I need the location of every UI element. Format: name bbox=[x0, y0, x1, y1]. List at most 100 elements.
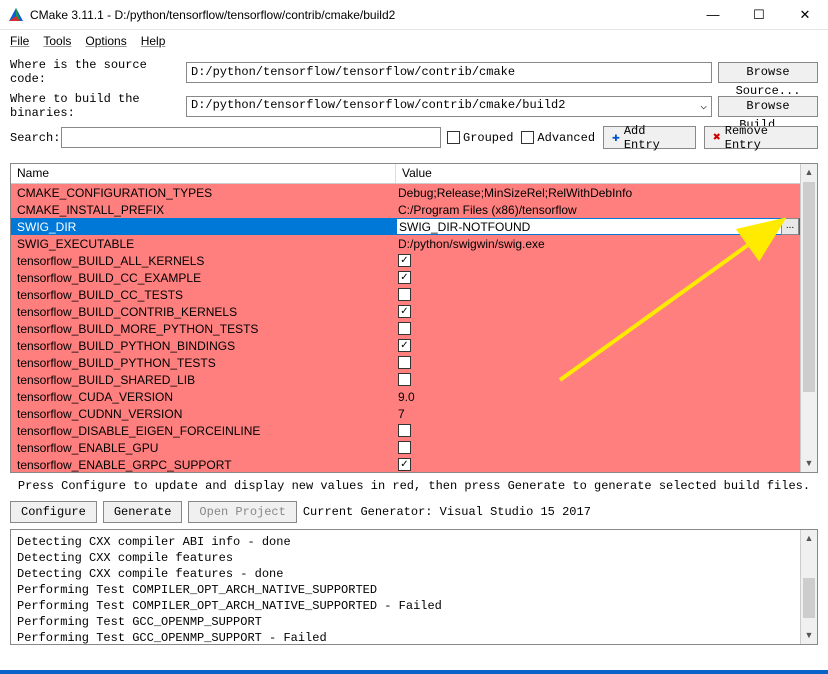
cell-value[interactable]: ✓ bbox=[396, 305, 800, 318]
maximize-button[interactable]: ☐ bbox=[736, 0, 782, 30]
source-input[interactable] bbox=[186, 62, 712, 83]
table-row[interactable]: SWIG_EXECUTABLED:/python/swigwin/swig.ex… bbox=[11, 235, 800, 252]
output-panel: Detecting CXX compiler ABI info - done D… bbox=[10, 529, 818, 645]
cell-value[interactable] bbox=[396, 288, 800, 301]
binaries-label: Where to build the binaries: bbox=[10, 92, 180, 120]
hint-text: Press Configure to update and display ne… bbox=[0, 475, 828, 501]
table-scrollbar[interactable]: ▲ ▼ bbox=[800, 164, 817, 472]
cell-name[interactable]: tensorflow_BUILD_MORE_PYTHON_TESTS bbox=[11, 322, 396, 336]
table-row[interactable]: tensorflow_BUILD_CONTRIB_KERNELS✓ bbox=[11, 303, 800, 320]
scroll-up-icon[interactable]: ▲ bbox=[801, 530, 817, 547]
cell-value[interactable] bbox=[396, 356, 800, 369]
checkbox-icon[interactable] bbox=[398, 288, 411, 301]
checkbox-icon[interactable] bbox=[398, 441, 411, 454]
table-row[interactable]: tensorflow_BUILD_CC_TESTS bbox=[11, 286, 800, 303]
remove-entry-label: Remove Entry bbox=[725, 124, 809, 152]
binaries-input[interactable]: D:/python/tensorflow/tensorflow/contrib/… bbox=[186, 96, 712, 117]
cell-value[interactable]: ✓ bbox=[396, 254, 800, 267]
configure-button[interactable]: Configure bbox=[10, 501, 97, 523]
cell-value[interactable]: ✓ bbox=[396, 271, 800, 284]
checkbox-icon[interactable]: ✓ bbox=[398, 254, 411, 267]
cell-name[interactable]: tensorflow_BUILD_CC_EXAMPLE bbox=[11, 271, 396, 285]
browse-build-button[interactable]: Browse Build... bbox=[718, 96, 818, 117]
cell-value[interactable]: C:/Program Files (x86)/tensorflow bbox=[396, 203, 800, 217]
cell-value[interactable]: D:/python/swigwin/swig.exe bbox=[396, 237, 800, 251]
table-row[interactable]: tensorflow_BUILD_ALL_KERNELS✓ bbox=[11, 252, 800, 269]
titlebar: CMake 3.11.1 - D:/python/tensorflow/tens… bbox=[0, 0, 828, 30]
table-row[interactable]: tensorflow_BUILD_MORE_PYTHON_TESTS bbox=[11, 320, 800, 337]
cell-value[interactable]: SWIG_DIR-NOTFOUND... bbox=[396, 218, 798, 235]
checkbox-icon[interactable]: ✓ bbox=[398, 305, 411, 318]
checkbox-icon[interactable] bbox=[398, 424, 411, 437]
browse-source-button[interactable]: Browse Source... bbox=[718, 62, 818, 83]
table-row[interactable]: tensorflow_BUILD_PYTHON_BINDINGS✓ bbox=[11, 337, 800, 354]
cell-name[interactable]: tensorflow_BUILD_PYTHON_BINDINGS bbox=[11, 339, 396, 353]
table-row[interactable]: tensorflow_BUILD_CC_EXAMPLE✓ bbox=[11, 269, 800, 286]
cell-value[interactable]: ✓ bbox=[396, 339, 800, 352]
cell-value[interactable] bbox=[396, 441, 800, 454]
column-name[interactable]: Name bbox=[11, 164, 396, 183]
scroll-thumb[interactable] bbox=[803, 182, 815, 392]
generate-button[interactable]: Generate bbox=[103, 501, 183, 523]
scroll-down-icon[interactable]: ▼ bbox=[801, 455, 817, 472]
advanced-checkbox[interactable]: Advanced bbox=[521, 131, 595, 145]
x-icon: ✖ bbox=[713, 130, 721, 145]
cell-name[interactable]: SWIG_DIR bbox=[11, 220, 396, 234]
cell-name[interactable]: tensorflow_ENABLE_GPU bbox=[11, 441, 396, 455]
column-value[interactable]: Value bbox=[396, 164, 800, 183]
menu-file[interactable]: File bbox=[10, 34, 29, 48]
browse-path-button[interactable]: ... bbox=[781, 218, 799, 235]
close-button[interactable]: ✕ bbox=[782, 0, 828, 30]
scroll-down-icon[interactable]: ▼ bbox=[801, 627, 817, 644]
cell-name[interactable]: tensorflow_BUILD_CONTRIB_KERNELS bbox=[11, 305, 396, 319]
cell-name[interactable]: SWIG_EXECUTABLE bbox=[11, 237, 396, 251]
checkbox-icon[interactable]: ✓ bbox=[398, 271, 411, 284]
table-row[interactable]: tensorflow_DISABLE_EIGEN_FORCEINLINE bbox=[11, 422, 800, 439]
menu-tools[interactable]: Tools bbox=[43, 34, 71, 48]
table-row[interactable]: CMAKE_CONFIGURATION_TYPESDebug;Release;M… bbox=[11, 184, 800, 201]
table-row[interactable]: tensorflow_BUILD_SHARED_LIB bbox=[11, 371, 800, 388]
search-input[interactable] bbox=[61, 127, 441, 148]
cell-value[interactable] bbox=[396, 424, 800, 437]
cell-value[interactable]: 7 bbox=[396, 407, 800, 421]
scroll-up-icon[interactable]: ▲ bbox=[801, 164, 817, 181]
cell-name[interactable]: tensorflow_CUDA_VERSION bbox=[11, 390, 396, 404]
checkbox-icon[interactable]: ✓ bbox=[398, 458, 411, 471]
table-row[interactable]: tensorflow_BUILD_PYTHON_TESTS bbox=[11, 354, 800, 371]
table-row[interactable]: tensorflow_CUDNN_VERSION7 bbox=[11, 405, 800, 422]
table-row[interactable]: tensorflow_ENABLE_GRPC_SUPPORT✓ bbox=[11, 456, 800, 472]
cell-name[interactable]: tensorflow_BUILD_CC_TESTS bbox=[11, 288, 396, 302]
menu-help[interactable]: Help bbox=[141, 34, 166, 48]
checkbox-icon[interactable] bbox=[398, 373, 411, 386]
output-text[interactable]: Detecting CXX compiler ABI info - done D… bbox=[11, 530, 800, 644]
cell-value[interactable]: ✓ bbox=[396, 458, 800, 471]
table-row[interactable]: SWIG_DIRSWIG_DIR-NOTFOUND... bbox=[11, 218, 800, 235]
table-row[interactable]: tensorflow_CUDA_VERSION9.0 bbox=[11, 388, 800, 405]
table-row[interactable]: tensorflow_ENABLE_GPU bbox=[11, 439, 800, 456]
cell-value[interactable]: 9.0 bbox=[396, 390, 800, 404]
checkbox-icon[interactable] bbox=[398, 356, 411, 369]
checkbox-icon[interactable]: ✓ bbox=[398, 339, 411, 352]
cell-name[interactable]: tensorflow_DISABLE_EIGEN_FORCEINLINE bbox=[11, 424, 396, 438]
cell-name[interactable]: tensorflow_BUILD_PYTHON_TESTS bbox=[11, 356, 396, 370]
checkbox-icon[interactable] bbox=[398, 322, 411, 335]
output-scrollbar[interactable]: ▲ ▼ bbox=[800, 530, 817, 644]
binaries-value: D:/python/tensorflow/tensorflow/contrib/… bbox=[191, 98, 565, 112]
grouped-label: Grouped bbox=[463, 131, 513, 145]
cell-value[interactable] bbox=[396, 322, 800, 335]
scroll-thumb[interactable] bbox=[803, 578, 815, 618]
table-row[interactable]: CMAKE_INSTALL_PREFIXC:/Program Files (x8… bbox=[11, 201, 800, 218]
cell-name[interactable]: tensorflow_BUILD_SHARED_LIB bbox=[11, 373, 396, 387]
minimize-button[interactable]: — bbox=[690, 0, 736, 30]
cell-name[interactable]: tensorflow_ENABLE_GRPC_SUPPORT bbox=[11, 458, 396, 472]
menu-options[interactable]: Options bbox=[85, 34, 126, 48]
cell-value[interactable] bbox=[396, 373, 800, 386]
cell-name[interactable]: tensorflow_CUDNN_VERSION bbox=[11, 407, 396, 421]
add-entry-button[interactable]: ✚Add Entry bbox=[603, 126, 696, 149]
grouped-checkbox[interactable]: Grouped bbox=[447, 131, 513, 145]
cell-value[interactable]: Debug;Release;MinSizeRel;RelWithDebInfo bbox=[396, 186, 800, 200]
remove-entry-button[interactable]: ✖ Remove Entry bbox=[704, 126, 818, 149]
cell-name[interactable]: CMAKE_CONFIGURATION_TYPES bbox=[11, 186, 396, 200]
cell-name[interactable]: CMAKE_INSTALL_PREFIX bbox=[11, 203, 396, 217]
cell-name[interactable]: tensorflow_BUILD_ALL_KERNELS bbox=[11, 254, 396, 268]
